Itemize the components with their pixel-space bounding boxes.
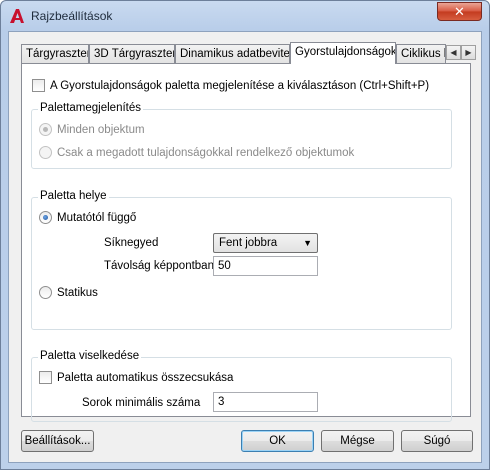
palette-behavior-group: Paletta viselkedése Paletta automatikus …	[31, 350, 452, 422]
radio-all-objects[interactable]	[39, 123, 52, 136]
distance-input[interactable]: 50	[213, 256, 318, 276]
radio-static-row[interactable]: Statikus	[39, 286, 98, 299]
chevron-down-icon: ▼	[303, 238, 312, 248]
quadrant-label: Síknegyed	[104, 237, 159, 249]
tab-strip: Tárgyraszter 3D Tárgyraszter Dinamikus a…	[21, 42, 476, 64]
radio-cursor-dependent-label: Mutatótól függő	[57, 211, 137, 224]
tab-scroll-right-icon[interactable]: ▶	[461, 45, 476, 60]
dialog-window: Rajzbeállítások ✕ Tárgyraszter 3D Tárgyr…	[0, 0, 490, 470]
window-title: Rajzbeállítások	[31, 9, 113, 23]
palette-behavior-title: Paletta viselkedése	[38, 350, 142, 362]
radio-all-objects-row[interactable]: Minden objektum	[39, 123, 145, 136]
quadrant-value: Fent jobbra	[219, 237, 278, 249]
ok-button[interactable]: OK	[241, 430, 314, 452]
title-bar[interactable]: Rajzbeállítások ✕	[1, 1, 489, 31]
radio-specified-objects-label: Csak a megadott tulajdonságokkal rendelk…	[57, 146, 355, 159]
autocollapse-label: Paletta automatikus összecsukása	[57, 371, 234, 384]
quadrant-dropdown[interactable]: Fent jobbra ▼	[213, 233, 318, 253]
quick-properties-page: A Gyorstulajdonságok paletta megjeleníté…	[21, 63, 471, 422]
radio-all-objects-label: Minden objektum	[57, 123, 145, 136]
tab-quick-properties[interactable]: Gyorstulajdonságok	[290, 42, 396, 64]
min-rows-label: Sorok minimális száma	[82, 397, 201, 409]
palette-location-title: Paletta helye	[38, 190, 109, 202]
close-button[interactable]: ✕	[437, 2, 482, 21]
min-rows-input[interactable]: 3	[213, 392, 318, 412]
show-palette-checkbox[interactable]	[32, 79, 45, 92]
autocad-a-icon	[9, 8, 25, 24]
radio-cursor-dependent-row[interactable]: Mutatótól függő	[39, 211, 136, 224]
tab-selection-cycling[interactable]: Ciklikus k	[396, 44, 446, 63]
distance-label: Távolság képpontban	[104, 260, 214, 272]
tab-3d-object-snap[interactable]: 3D Tárgyraszter	[89, 44, 175, 63]
palette-location-group: Paletta helye Mutatótól függő Síknegyed …	[31, 190, 452, 330]
autocollapse-checkbox-row[interactable]: Paletta automatikus összecsukása	[39, 371, 233, 384]
help-button[interactable]: Súgó	[401, 430, 473, 452]
palette-display-title: Palettamegjelenítés	[38, 102, 144, 114]
show-palette-label: A Gyorstulajdonságok paletta megjeleníté…	[50, 79, 430, 92]
close-icon: ✕	[454, 3, 465, 19]
tab-object-snap[interactable]: Tárgyraszter	[21, 44, 89, 63]
dialog-client: Tárgyraszter 3D Tárgyraszter Dinamikus a…	[8, 31, 482, 463]
settings-button[interactable]: Beállítások...	[21, 430, 94, 452]
radio-specified-objects-row[interactable]: Csak a megadott tulajdonságokkal rendelk…	[39, 146, 354, 159]
show-palette-checkbox-row[interactable]: A Gyorstulajdonságok paletta megjeleníté…	[32, 79, 429, 92]
tab-scroll-left-icon[interactable]: ◀	[446, 45, 461, 60]
tab-dynamic-input[interactable]: Dinamikus adatbevitel	[175, 44, 290, 63]
radio-cursor-dependent[interactable]	[39, 211, 52, 224]
palette-display-group: Palettamegjelenítés Minden objektum Csak…	[31, 102, 452, 169]
radio-static-label: Statikus	[57, 286, 98, 299]
cancel-button[interactable]: Mégse	[321, 430, 394, 452]
autocollapse-checkbox[interactable]	[39, 371, 52, 384]
radio-specified-objects[interactable]	[39, 146, 52, 159]
radio-static[interactable]	[39, 286, 52, 299]
